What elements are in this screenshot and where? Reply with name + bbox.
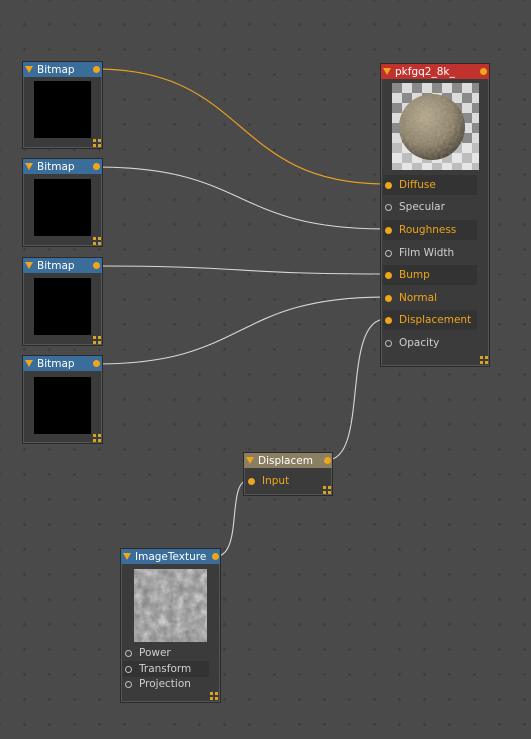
bitmap-node-title: Bitmap bbox=[37, 259, 75, 272]
input-transform[interactable]: Transform bbox=[123, 661, 209, 677]
input-port[interactable] bbox=[385, 316, 392, 324]
output-port[interactable] bbox=[212, 553, 219, 560]
collapse-triangle-icon[interactable] bbox=[123, 553, 131, 560]
wire-bitmap4-normal bbox=[95, 296, 387, 365]
input-label: Normal bbox=[399, 292, 437, 304]
bitmap-preview bbox=[34, 179, 91, 236]
wire-displacement-material bbox=[326, 318, 387, 461]
input-port[interactable] bbox=[385, 294, 392, 302]
bitmap-node-4[interactable]: Bitmap bbox=[22, 355, 103, 444]
input-film-width[interactable]: Film Width bbox=[383, 243, 477, 263]
bitmap-node-title: Bitmap bbox=[37, 160, 75, 173]
input-projection[interactable]: Projection bbox=[123, 676, 209, 692]
resize-handle-icon[interactable] bbox=[323, 486, 331, 494]
input-port[interactable] bbox=[385, 181, 392, 189]
input-label: Roughness bbox=[399, 224, 457, 236]
resize-handle-icon[interactable] bbox=[93, 336, 101, 344]
input-label: Specular bbox=[399, 201, 445, 213]
input-input[interactable]: Input bbox=[246, 471, 330, 491]
wire-bitmap3-bump bbox=[95, 265, 387, 275]
input-label: Opacity bbox=[399, 337, 440, 349]
displacement-node[interactable]: Displacem Input bbox=[243, 452, 333, 496]
input-label: Power bbox=[139, 647, 171, 659]
material-node-title: pkfgq2_8k_ bbox=[395, 65, 455, 78]
input-label: Film Width bbox=[399, 247, 455, 259]
bitmap-node-1[interactable]: Bitmap bbox=[22, 61, 103, 149]
input-port[interactable] bbox=[385, 226, 392, 234]
collapse-triangle-icon[interactable] bbox=[25, 262, 33, 269]
input-port[interactable] bbox=[385, 203, 392, 211]
collapse-triangle-icon[interactable] bbox=[246, 457, 254, 464]
resize-handle-icon[interactable] bbox=[480, 356, 488, 364]
input-port[interactable] bbox=[385, 339, 392, 347]
displacement-node-header[interactable]: Displacem bbox=[244, 453, 332, 468]
material-node-header[interactable]: pkfgq2_8k_ bbox=[381, 64, 489, 79]
bitmap-node-title: Bitmap bbox=[37, 357, 75, 370]
image-texture-node-header[interactable]: ImageTexture bbox=[121, 549, 220, 564]
input-port[interactable] bbox=[125, 649, 132, 657]
output-port[interactable] bbox=[93, 163, 100, 170]
input-port[interactable] bbox=[385, 271, 392, 279]
image-texture-node[interactable]: ImageTexture Power Transform Projection bbox=[120, 548, 221, 703]
material-node[interactable]: pkfgq2_8k_ Diffuse Specular Roughness Fi… bbox=[380, 63, 490, 367]
input-power[interactable]: Power bbox=[123, 645, 209, 661]
bitmap-node-2[interactable]: Bitmap bbox=[22, 158, 103, 247]
input-label: Diffuse bbox=[399, 179, 436, 191]
bitmap-node-title: Bitmap bbox=[37, 63, 75, 76]
bitmap-node-header[interactable]: Bitmap bbox=[23, 258, 102, 273]
input-specular[interactable]: Specular bbox=[383, 197, 477, 217]
bitmap-node-3[interactable]: Bitmap bbox=[22, 257, 103, 346]
input-opacity[interactable]: Opacity bbox=[383, 333, 477, 353]
image-texture-node-title: ImageTexture bbox=[135, 550, 207, 563]
output-port[interactable] bbox=[93, 66, 100, 73]
output-port[interactable] bbox=[480, 68, 487, 75]
input-label: Projection bbox=[139, 678, 191, 690]
input-roughness[interactable]: Roughness bbox=[383, 220, 477, 240]
input-label: Transform bbox=[139, 663, 192, 675]
output-port[interactable] bbox=[93, 262, 100, 269]
texture-preview bbox=[134, 569, 207, 642]
bitmap-node-header[interactable]: Bitmap bbox=[23, 356, 102, 371]
input-label: Displacement bbox=[399, 314, 472, 326]
input-port[interactable] bbox=[125, 680, 132, 688]
bitmap-preview bbox=[34, 377, 91, 434]
resize-handle-icon[interactable] bbox=[210, 692, 218, 700]
bitmap-node-header[interactable]: Bitmap bbox=[23, 159, 102, 174]
input-port[interactable] bbox=[385, 249, 392, 257]
collapse-triangle-icon[interactable] bbox=[25, 163, 33, 170]
collapse-triangle-icon[interactable] bbox=[25, 66, 33, 73]
material-preview-sphere bbox=[392, 83, 479, 170]
output-port[interactable] bbox=[93, 360, 100, 367]
resize-handle-icon[interactable] bbox=[93, 434, 101, 442]
input-diffuse[interactable]: Diffuse bbox=[383, 175, 477, 195]
wire-bitmap1-diffuse bbox=[95, 68, 387, 185]
bitmap-preview bbox=[34, 81, 91, 138]
input-label: Bump bbox=[399, 269, 430, 281]
output-port[interactable] bbox=[324, 457, 331, 464]
input-port[interactable] bbox=[248, 477, 255, 485]
bitmap-preview bbox=[34, 278, 91, 335]
input-label: Input bbox=[262, 475, 290, 487]
wire-bitmap2-roughness bbox=[95, 166, 387, 230]
resize-handle-icon[interactable] bbox=[93, 237, 101, 245]
resize-handle-icon[interactable] bbox=[93, 139, 101, 147]
input-displacement[interactable]: Displacement bbox=[383, 310, 477, 330]
input-port[interactable] bbox=[125, 665, 132, 673]
bitmap-node-header[interactable]: Bitmap bbox=[23, 62, 102, 77]
input-normal[interactable]: Normal bbox=[383, 288, 477, 308]
collapse-triangle-icon[interactable] bbox=[383, 68, 391, 75]
input-bump[interactable]: Bump bbox=[383, 265, 477, 285]
collapse-triangle-icon[interactable] bbox=[25, 360, 33, 367]
displacement-node-title: Displacem bbox=[258, 454, 313, 467]
